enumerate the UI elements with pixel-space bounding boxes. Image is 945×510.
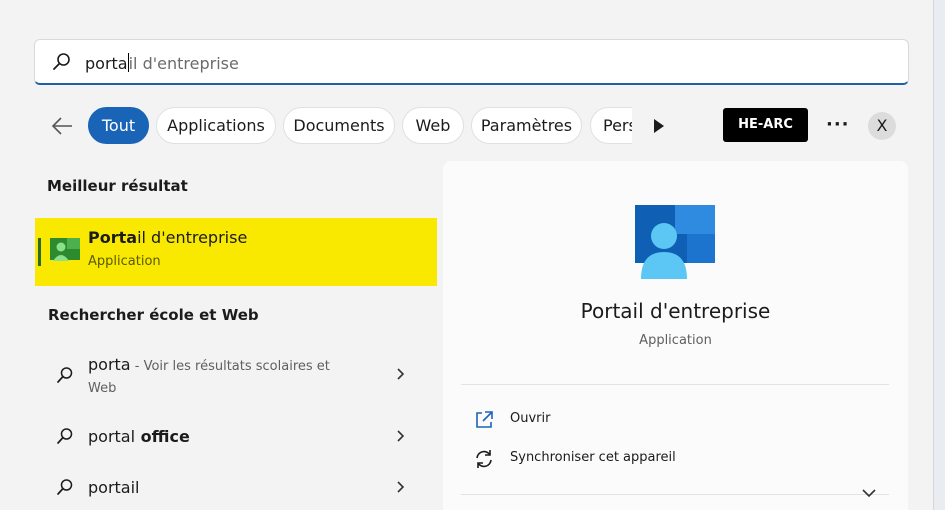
selection-indicator — [38, 238, 41, 266]
web-result-query: portail — [88, 478, 140, 497]
divider — [461, 384, 889, 385]
web-result-row[interactable]: porta - Voir les résultats scolaires et … — [35, 350, 430, 402]
open-action-label: Ouvrir — [510, 411, 551, 426]
web-result-row[interactable]: portail — [35, 471, 430, 505]
web-result-text: portail — [88, 478, 140, 497]
web-result-row[interactable]: portal office — [35, 420, 430, 454]
search-suggestion-text: il d'entreprise — [128, 54, 239, 73]
search-typed-text: porta — [85, 54, 128, 73]
chevron-down-icon[interactable] — [861, 487, 877, 499]
chevron-right-icon — [397, 481, 405, 493]
web-result-description-line2: Web — [88, 381, 117, 396]
detail-pane: Portail d'entreprise Application Ouvrir … — [443, 161, 908, 510]
filter-chip-people-clipped[interactable]: Pers — [590, 107, 632, 145]
more-options-button[interactable]: ··· — [826, 114, 850, 135]
filter-chip-web[interactable]: Web — [402, 107, 464, 144]
detail-title: Portail d'entreprise — [580, 299, 771, 323]
open-external-icon — [476, 411, 493, 428]
search-icon — [57, 479, 73, 495]
organization-badge[interactable]: HE-ARC — [723, 108, 808, 142]
desktop-edge — [933, 0, 945, 510]
best-match-name-rest: il d'entreprise — [137, 228, 248, 247]
filter-chip-people[interactable]: Pers — [590, 107, 632, 144]
chevron-right-icon — [397, 430, 405, 442]
best-match-name: Portail d'entreprise — [88, 228, 247, 247]
avatar[interactable]: X — [868, 112, 896, 140]
search-input[interactable]: portail d'entreprise — [34, 39, 909, 85]
best-match-heading: Meilleur résultat — [47, 177, 188, 195]
company-portal-icon — [50, 238, 80, 261]
back-arrow-icon[interactable] — [50, 114, 74, 138]
sync-action[interactable]: Synchroniser cet appareil — [473, 446, 733, 472]
scroll-right-icon[interactable] — [650, 116, 668, 136]
company-portal-icon — [635, 205, 715, 279]
best-match-name-bold: Porta — [88, 228, 138, 247]
web-search-heading: Rechercher école et Web — [48, 306, 259, 324]
web-result-query: porta — [88, 355, 131, 374]
filter-chip-all[interactable]: Tout — [88, 107, 149, 144]
web-result-text: porta - Voir les résultats scolaires et — [88, 355, 330, 374]
best-match-type: Application — [88, 254, 161, 269]
filter-chip-apps[interactable]: Applications — [156, 107, 276, 144]
search-icon — [53, 53, 70, 70]
divider — [461, 494, 889, 495]
web-result-query-bold: office — [135, 427, 190, 446]
filter-chip-documents[interactable]: Documents — [283, 107, 395, 144]
search-icon — [57, 367, 73, 383]
web-result-description: - Voir les résultats scolaires et — [130, 359, 330, 374]
detail-subtitle: Application — [639, 333, 712, 348]
best-match-item[interactable]: Portail d'entreprise Application — [35, 218, 437, 286]
open-action[interactable]: Ouvrir — [473, 407, 673, 433]
sync-action-label: Synchroniser cet appareil — [510, 450, 676, 465]
web-result-text: portal office — [88, 427, 190, 446]
search-query: portail d'entreprise — [85, 53, 239, 73]
chevron-right-icon — [397, 368, 405, 380]
search-icon — [57, 428, 73, 444]
filter-chip-settings[interactable]: Paramètres — [471, 107, 582, 144]
web-result-query: portal — [88, 427, 136, 446]
sync-icon — [476, 450, 492, 468]
